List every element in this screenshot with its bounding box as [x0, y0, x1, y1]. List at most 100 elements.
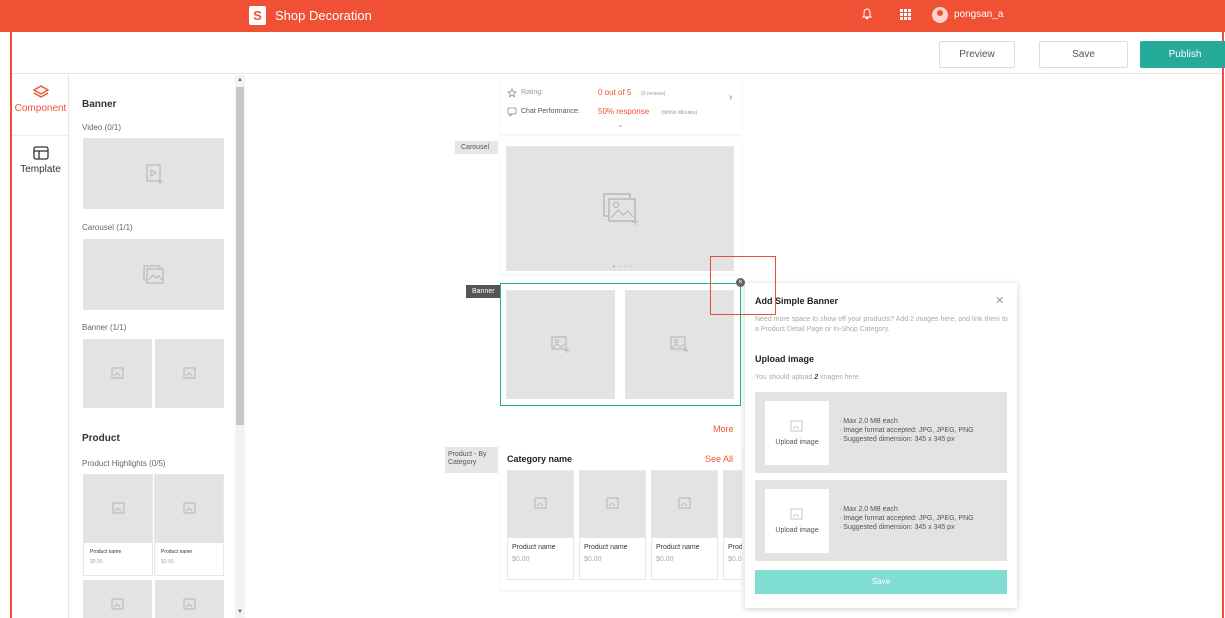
image-icon — [112, 502, 125, 514]
banner-section[interactable]: × More — [500, 278, 745, 443]
image-icon — [142, 264, 164, 284]
image-icon — [183, 502, 196, 514]
spec-format: · Image format accepted: JPG, JPEG, PNG — [839, 515, 974, 522]
image-icon — [678, 497, 691, 509]
image-icon — [606, 497, 619, 509]
product-highlight-card[interactable]: Product name $0.00 — [83, 474, 153, 576]
product-price: $0.00 — [584, 556, 602, 563]
image-icon — [534, 497, 547, 509]
upload-image-tile[interactable]: Upload image — [765, 489, 829, 553]
category-product-card[interactable]: Product name $0.00 — [723, 470, 742, 580]
product-highlight-placeholder[interactable] — [83, 580, 152, 618]
save-button[interactable]: Save — [1039, 41, 1128, 68]
upload-image-label: Upload image — [775, 527, 819, 534]
category-product-card[interactable]: Product name $0.00 — [507, 470, 574, 580]
spec-dimension: · Suggested dimension: 345 x 345 px — [839, 524, 955, 531]
panel-scrollbar[interactable]: ▲ ▼ — [235, 75, 245, 618]
carousel-component[interactable] — [83, 239, 224, 310]
component-panel: Banner Video (0/1) Carousel (1/1) Banner… — [70, 75, 235, 618]
scroll-up-icon[interactable]: ▲ — [237, 77, 243, 83]
image-icon — [182, 598, 196, 610]
product-image-placeholder — [724, 471, 742, 538]
upload-slot-1: Upload image · Max 2.0 MB each · Image f… — [755, 392, 1007, 473]
close-icon[interactable]: ✕ — [995, 294, 1004, 307]
category-product-card[interactable]: Product name $0.00 — [651, 470, 718, 580]
category-name: Category name — [507, 454, 573, 464]
image-icon — [790, 420, 803, 432]
product-name: Product name — [90, 549, 122, 555]
upload-note: You should upload 2 images here. — [755, 374, 861, 381]
layers-icon — [32, 85, 49, 98]
category-product-card[interactable]: Product name $0.00 — [579, 470, 646, 580]
banner-component-left[interactable] — [83, 339, 152, 408]
banner-tag: Banner — [466, 285, 500, 298]
product-by-category-section[interactable]: Category name See All Product name $0.00… — [500, 446, 742, 590]
chat-note: (Within Minutes) — [661, 110, 698, 116]
product-name: Product name — [728, 544, 742, 551]
product-highlight-placeholder[interactable] — [155, 580, 224, 618]
spec-format: · Image format accepted: JPG, JPEG, PNG — [839, 427, 974, 434]
upload-title: Upload image — [755, 354, 815, 364]
chevron-down-icon[interactable]: ⌄ — [617, 120, 624, 129]
carousel-tag: Carousel — [455, 141, 498, 154]
carousel-label: Carousel (1/1) — [82, 223, 133, 232]
upload-image-label: Upload image — [775, 439, 819, 446]
scroll-down-icon[interactable]: ▼ — [237, 609, 243, 615]
spec-dimension: · Suggested dimension: 345 x 345 px — [839, 436, 955, 443]
modal-save-button[interactable]: Save — [755, 570, 1007, 594]
nav-component-label: Component — [14, 103, 67, 114]
nav-component[interactable]: Component — [12, 75, 69, 133]
upload-note-suffix: images here. — [818, 374, 861, 381]
modal-description: Need more space to show off your product… — [755, 316, 1008, 333]
avatar[interactable] — [932, 7, 948, 23]
image-icon — [182, 366, 196, 379]
video-icon — [145, 163, 162, 184]
star-icon — [507, 88, 517, 98]
product-highlight-card[interactable]: Product name $0.00 — [154, 474, 224, 576]
see-all-link[interactable]: See All — [705, 454, 733, 464]
image-icon — [790, 508, 803, 520]
preview-button[interactable]: Preview — [939, 41, 1015, 68]
upload-slot-2: Upload image · Max 2.0 MB each · Image f… — [755, 480, 1007, 561]
product-image-placeholder — [508, 471, 573, 538]
product-price: $0.00 — [656, 556, 674, 563]
product-price: $0.00 — [728, 556, 742, 563]
action-bar: Preview Save Publish — [12, 32, 1225, 74]
frame-border-right — [1222, 32, 1224, 618]
more-link[interactable]: More — [713, 424, 734, 434]
product-price: $0.00 — [161, 559, 174, 565]
product-price: $0.00 — [90, 559, 103, 565]
rating-label: Rating: — [521, 89, 544, 96]
username[interactable]: pongsan_a — [954, 9, 1004, 20]
video-label: Video (0/1) — [82, 123, 121, 132]
image-icon — [669, 335, 688, 353]
product-image-placeholder — [652, 471, 717, 538]
banner-image-left[interactable] — [506, 290, 615, 399]
carousel-image-placeholder: ●○○○ — [506, 146, 734, 271]
product-price: $0.00 — [512, 556, 530, 563]
apps-grid-icon[interactable] — [900, 9, 912, 21]
rating-reviews: (0 reviews) — [641, 91, 666, 97]
nav-template[interactable]: Template — [12, 135, 69, 193]
notification-bell-icon[interactable] — [861, 8, 873, 23]
product-heading: Product — [82, 433, 120, 444]
product-name: Product name — [512, 544, 556, 551]
product-name: Product name — [656, 544, 700, 551]
rating-value: 0 out of 5 — [598, 88, 632, 97]
carousel-dots[interactable]: ●○○○ — [612, 264, 635, 270]
upload-image-tile[interactable]: Upload image — [765, 401, 829, 465]
chevron-right-icon[interactable]: › — [729, 92, 732, 103]
page-title: Shop Decoration — [275, 8, 372, 23]
carousel-section[interactable]: ●○○○ — [500, 138, 742, 274]
spec-size: · Max 2.0 MB each — [839, 418, 898, 425]
shop-logo-icon: S — [249, 6, 266, 25]
publish-button[interactable]: Publish — [1140, 41, 1225, 68]
category-tag: Product - By Category — [445, 447, 498, 473]
banner-component-right[interactable] — [155, 339, 224, 408]
video-component[interactable] — [83, 138, 224, 209]
highlights-label: Product Highlights (0/5) — [82, 459, 166, 468]
scrollbar-thumb[interactable] — [236, 87, 244, 425]
upload-note-prefix: You should upload — [755, 374, 815, 381]
image-icon — [603, 192, 638, 225]
add-simple-banner-modal: Add Simple Banner ✕ Need more space to s… — [745, 283, 1017, 608]
